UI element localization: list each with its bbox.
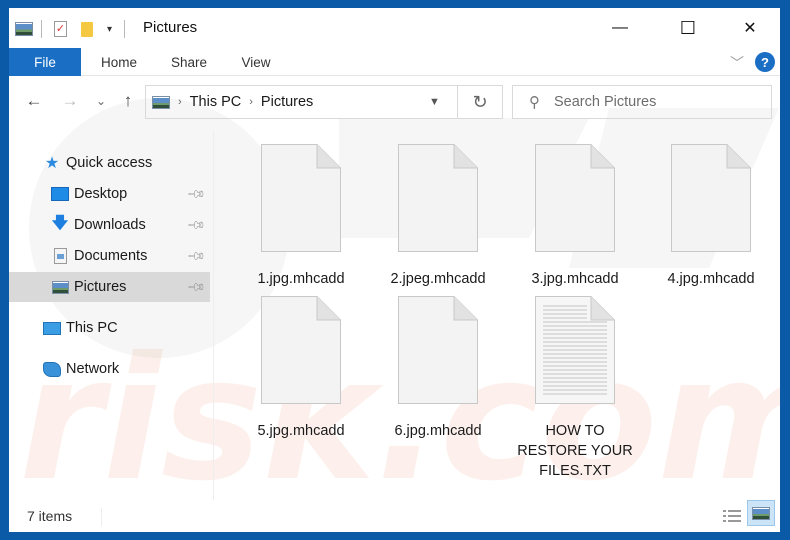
pin-icon[interactable]: 📌︎	[186, 277, 207, 298]
properties-icon[interactable]: ✓	[54, 21, 67, 37]
back-button[interactable]: ←	[23, 90, 45, 112]
details-view-button[interactable]	[721, 506, 743, 526]
file-name: 6.jpg.mhcadd	[394, 423, 482, 439]
help-button[interactable]: ?	[755, 52, 775, 72]
large-icons-view-icon	[752, 506, 770, 520]
file-item[interactable]: 5.jpg.mhcadd	[241, 296, 361, 441]
desktop-icon-wrap	[51, 186, 69, 202]
file-name: 1.jpg.mhcadd	[257, 271, 345, 287]
pin-icon[interactable]: 📌︎	[186, 184, 207, 205]
sidebar-item-desktop[interactable]: Desktop 📌︎	[9, 179, 210, 209]
breadcrumb-this-pc[interactable]: This PC	[190, 94, 242, 110]
search-box[interactable]: ⚲ Search Pictures	[512, 85, 772, 119]
item-count: 7 items	[27, 508, 73, 524]
address-history-dropdown[interactable]: ▼	[429, 96, 440, 108]
file-explorer-window: risk.com ✓ ▾ Pictures — ☐ ✕ File Home Sh…	[9, 8, 780, 532]
toolbar-separator	[41, 20, 42, 38]
file-item-ransom-note[interactable]: HOW TO RESTORE YOUR FILES.TXT	[515, 296, 635, 481]
address-bar[interactable]: › This PC › Pictures	[145, 85, 457, 119]
documents-icon-wrap	[51, 248, 69, 264]
pane-divider[interactable]	[213, 130, 214, 500]
file-name-line: RESTORE YOUR	[517, 443, 633, 459]
file-name: 3.jpg.mhcadd	[531, 271, 619, 287]
blank-file-icon	[671, 144, 751, 252]
pictures-app-icon	[15, 22, 33, 36]
large-icons-view-button[interactable]	[747, 500, 775, 526]
file-name-line: FILES.TXT	[539, 463, 611, 479]
blank-file-icon	[261, 144, 341, 252]
ribbon-tabs: File Home Share View ﹀ ?	[9, 48, 780, 76]
sidebar-item-label: Downloads	[74, 217, 146, 233]
sidebar-item-label: Network	[66, 361, 120, 377]
sidebar-item-this-pc[interactable]: This PC	[9, 313, 210, 343]
file-item[interactable]: 4.jpg.mhcadd	[651, 144, 771, 289]
file-item[interactable]: 2.jpeg.mhcadd	[378, 144, 498, 289]
sidebar-item-label: Quick access	[66, 155, 153, 171]
expand-ribbon-icon[interactable]: ﹀	[730, 53, 744, 73]
up-button[interactable]: ↑	[117, 90, 139, 112]
toolbar-separator	[124, 20, 126, 38]
status-separator	[101, 508, 102, 526]
text-file-icon	[535, 296, 615, 404]
file-item[interactable]: 6.jpg.mhcadd	[378, 296, 498, 441]
file-name: HOW TO RESTORE YOUR FILES.TXT	[515, 421, 635, 481]
minimize-button[interactable]: —	[597, 12, 643, 44]
breadcrumb-separator: ›	[178, 96, 182, 108]
sidebar-item-label: This PC	[66, 320, 118, 336]
refresh-button[interactable]: ↻	[457, 85, 503, 119]
network-icon-wrap	[43, 361, 61, 377]
sidebar-item-downloads[interactable]: 🡇 Downloads 📌︎	[9, 210, 210, 240]
customize-toolbar-dropdown[interactable]: ▾	[107, 24, 112, 35]
file-item[interactable]: 1.jpg.mhcadd	[241, 144, 361, 289]
search-placeholder: Search Pictures	[554, 94, 657, 110]
tab-share[interactable]: Share	[161, 48, 217, 76]
recent-locations-button[interactable]: ⌄	[93, 90, 109, 112]
pin-icon[interactable]: 📌︎	[186, 215, 207, 236]
navigation-bar: ← → ⌄ ↑ › This PC › Pictures ▼ ↻ ⚲ Searc…	[9, 78, 780, 126]
pin-icon[interactable]: 📌︎	[186, 246, 207, 267]
sidebar-item-label: Pictures	[74, 279, 127, 295]
blank-file-icon	[398, 296, 478, 404]
file-name: 4.jpg.mhcadd	[667, 271, 755, 287]
desktop-icon	[51, 187, 69, 201]
sidebar-item-label: Documents	[74, 248, 148, 264]
maximize-button[interactable]: ☐	[665, 12, 711, 44]
sidebar-item-quick-access[interactable]: ★ Quick access	[9, 148, 210, 178]
computer-icon	[43, 321, 61, 335]
tab-home[interactable]: Home	[91, 48, 147, 76]
breadcrumb-separator: ›	[249, 96, 253, 108]
navigation-pane: ★ Quick access Desktop 📌︎ 🡇 Downloads 📌︎…	[9, 148, 213, 498]
sidebar-item-network[interactable]: Network	[9, 354, 210, 384]
file-item[interactable]: 3.jpg.mhcadd	[515, 144, 635, 289]
computer-icon-wrap	[43, 320, 61, 336]
tab-file[interactable]: File	[9, 48, 81, 76]
pictures-icon	[51, 280, 69, 294]
pictures-location-icon	[152, 95, 170, 109]
star-icon: ★	[44, 155, 60, 172]
title-bar: ✓ ▾ Pictures — ☐ ✕	[9, 8, 780, 48]
breadcrumb-pictures[interactable]: Pictures	[261, 94, 313, 110]
quick-access-toolbar: ✓ ▾	[15, 18, 133, 40]
documents-icon	[53, 248, 67, 264]
new-folder-icon[interactable]	[81, 21, 93, 37]
search-icon: ⚲	[529, 94, 540, 111]
file-name: 2.jpeg.mhcadd	[390, 271, 486, 287]
pictures-icon-wrap	[51, 279, 69, 295]
sidebar-item-label: Desktop	[74, 186, 128, 202]
close-button[interactable]: ✕	[727, 12, 773, 44]
details-view-icon	[723, 510, 741, 522]
sidebar-item-documents[interactable]: Documents 📌︎	[9, 241, 210, 271]
downloads-icon: 🡇	[51, 214, 69, 232]
window-title: Pictures	[143, 19, 198, 36]
network-icon	[43, 361, 61, 377]
sidebar-item-pictures[interactable]: Pictures 📌︎	[9, 272, 210, 302]
blank-file-icon	[398, 144, 478, 252]
file-name: 5.jpg.mhcadd	[257, 423, 345, 439]
tab-view[interactable]: View	[231, 48, 281, 76]
file-name-line: HOW TO	[545, 423, 605, 439]
blank-file-icon	[535, 144, 615, 252]
forward-button[interactable]: →	[59, 90, 81, 112]
blank-file-icon	[261, 296, 341, 404]
